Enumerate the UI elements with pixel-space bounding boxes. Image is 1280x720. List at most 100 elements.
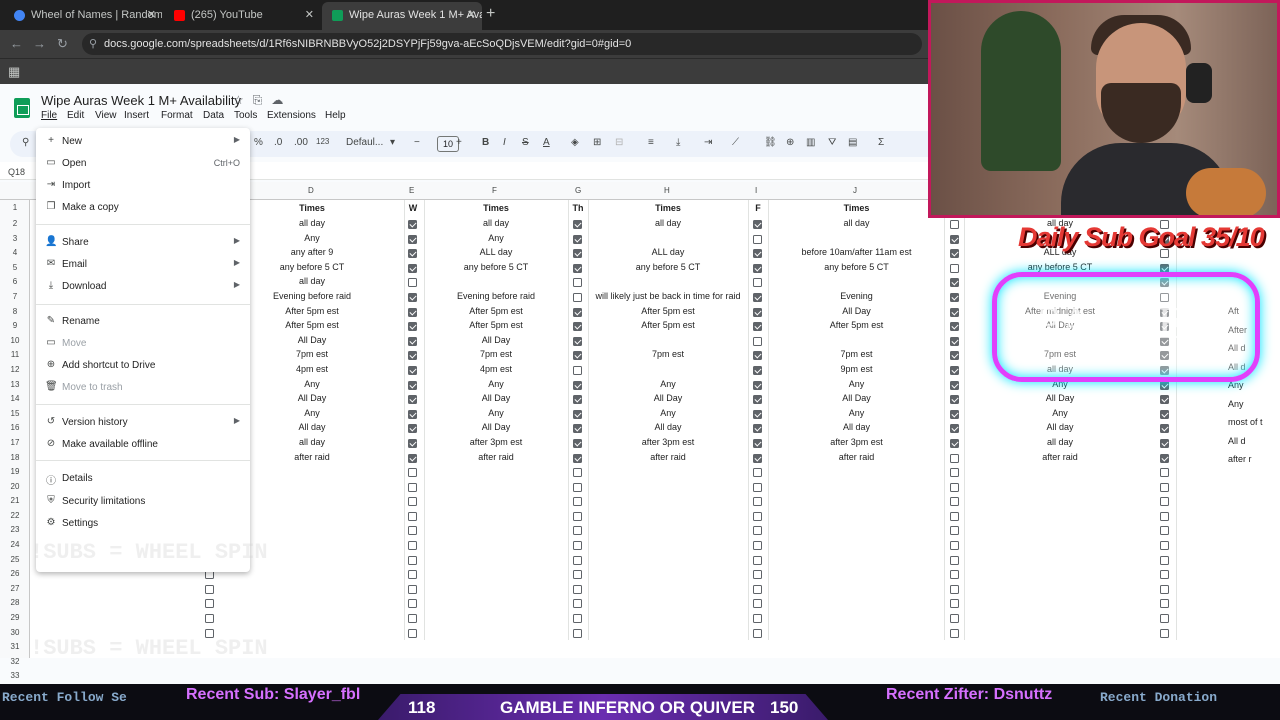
checkbox[interactable] <box>753 322 762 332</box>
checkbox[interactable] <box>408 482 417 492</box>
checkbox[interactable] <box>573 511 582 521</box>
checkbox[interactable] <box>573 322 582 332</box>
checkbox[interactable] <box>950 439 959 448</box>
checkbox[interactable] <box>573 570 582 580</box>
text-color-icon[interactable]: A <box>543 137 550 148</box>
checkbox[interactable] <box>950 599 959 609</box>
checkbox[interactable] <box>408 511 417 521</box>
checkbox[interactable] <box>753 497 762 507</box>
checkbox[interactable] <box>950 366 959 375</box>
star-icon[interactable]: ☆ <box>233 93 253 107</box>
checkbox[interactable] <box>1160 541 1169 550</box>
row-number[interactable]: 19 <box>0 467 30 476</box>
checkbox[interactable] <box>1160 614 1169 623</box>
row-number[interactable]: 14 <box>0 394 30 403</box>
checkbox[interactable] <box>1160 584 1169 594</box>
cell-d[interactable]: after raid <box>252 452 372 462</box>
cell-f[interactable]: Any <box>426 379 566 389</box>
menu-tools[interactable]: Tools <box>234 110 257 121</box>
checkbox[interactable] <box>573 614 582 623</box>
text-wrap-icon[interactable]: ⇥ <box>704 137 712 148</box>
cell-partial[interactable]: after r <box>1228 454 1278 464</box>
vertical-align-icon[interactable]: ⤓ <box>676 137 680 148</box>
sheets-logo-icon[interactable] <box>14 98 30 118</box>
checkbox[interactable] <box>573 278 582 288</box>
checkbox[interactable] <box>950 278 959 288</box>
checkbox[interactable] <box>408 307 417 317</box>
forward-icon[interactable]: → <box>33 36 46 51</box>
checkbox[interactable] <box>573 263 582 273</box>
row-number[interactable]: 12 <box>0 365 30 374</box>
checkbox[interactable] <box>950 584 959 594</box>
checkbox[interactable] <box>950 570 959 580</box>
row-number[interactable]: 21 <box>0 496 30 505</box>
checkbox[interactable] <box>573 249 582 259</box>
fill-color-icon[interactable]: ◈ <box>571 137 579 148</box>
col-header-d[interactable]: D <box>308 186 314 195</box>
row-number[interactable]: 4 <box>0 248 30 257</box>
cell-h[interactable]: After 5pm est <box>589 320 747 330</box>
checkbox[interactable] <box>408 526 417 536</box>
cell-d[interactable]: 4pm est <box>252 364 372 374</box>
row-number[interactable]: 22 <box>0 511 30 520</box>
row-number[interactable]: 6 <box>0 277 30 286</box>
checkbox[interactable] <box>950 336 959 346</box>
menu-item-make-a-copy[interactable]: ❐ Make a copy <box>36 198 250 218</box>
menu-item-settings[interactable]: ⚙ Settings <box>36 514 250 534</box>
checkbox[interactable] <box>408 263 417 273</box>
cell-f[interactable]: 7pm est <box>426 349 566 359</box>
cell-h[interactable]: All Day <box>589 393 747 403</box>
col-header-j[interactable]: J <box>853 186 857 195</box>
move-icon[interactable]: ⎘ <box>253 93 272 107</box>
name-box[interactable]: Q18 <box>8 167 25 177</box>
checkbox[interactable] <box>950 234 959 244</box>
filter-icon[interactable]: ⛛ <box>828 137 836 148</box>
row-number[interactable]: 17 <box>0 438 30 447</box>
checkbox[interactable] <box>753 293 762 302</box>
horizontal-align-icon[interactable]: ≡ <box>648 137 654 148</box>
checkbox[interactable] <box>950 526 959 536</box>
cell-h[interactable]: after 3pm est <box>589 437 747 447</box>
percent-format-button[interactable]: % <box>254 137 263 148</box>
cell-l[interactable]: All day <box>965 422 1155 432</box>
checkbox[interactable] <box>753 263 762 273</box>
cell-h[interactable]: Any <box>589 379 747 389</box>
checkbox[interactable] <box>408 628 417 638</box>
cell-l[interactable]: All Day <box>965 393 1155 403</box>
checkbox[interactable] <box>950 541 959 550</box>
cell-j[interactable]: Any <box>769 408 944 418</box>
checkbox[interactable] <box>408 541 417 550</box>
checkbox[interactable] <box>573 336 582 346</box>
checkbox[interactable] <box>753 439 762 448</box>
cell-j[interactable]: Any <box>769 379 944 389</box>
text-rotation-icon[interactable]: ⟋ <box>732 137 739 148</box>
tab-wheel-of-names[interactable]: Wheel of Names | Random nam✕ <box>4 4 162 26</box>
checkbox[interactable] <box>573 541 582 550</box>
cell-l[interactable]: all day <box>965 437 1155 447</box>
checkbox[interactable] <box>950 497 959 507</box>
checkbox[interactable] <box>753 541 762 550</box>
checkbox[interactable] <box>408 439 417 448</box>
header-cell-g[interactable]: Th <box>568 203 588 213</box>
cell-h[interactable]: after raid <box>589 452 747 462</box>
cell-d[interactable]: all day <box>252 437 372 447</box>
strikethrough-icon[interactable]: S <box>522 137 529 148</box>
checkbox[interactable] <box>573 351 582 361</box>
menu-item-make-available-offline[interactable]: ⊘ Make available offline <box>36 435 250 455</box>
checkbox[interactable] <box>950 351 959 361</box>
insert-chart-icon[interactable]: ▥ <box>806 137 815 148</box>
row-number[interactable]: 9 <box>0 321 30 330</box>
number-format-button[interactable]: 123 <box>316 137 329 146</box>
checkbox[interactable] <box>753 351 762 361</box>
cell-d[interactable]: All day <box>252 422 372 432</box>
checkbox[interactable] <box>1160 439 1169 448</box>
cell-h[interactable]: all day <box>589 218 747 228</box>
row-number[interactable]: 23 <box>0 525 30 534</box>
checkbox[interactable] <box>753 380 762 390</box>
checkbox[interactable] <box>408 278 417 288</box>
cell-h[interactable]: All day <box>589 422 747 432</box>
checkbox[interactable] <box>408 234 417 244</box>
checkbox[interactable] <box>408 555 417 565</box>
checkbox[interactable] <box>753 424 762 434</box>
cell-d[interactable]: All Day <box>252 393 372 403</box>
